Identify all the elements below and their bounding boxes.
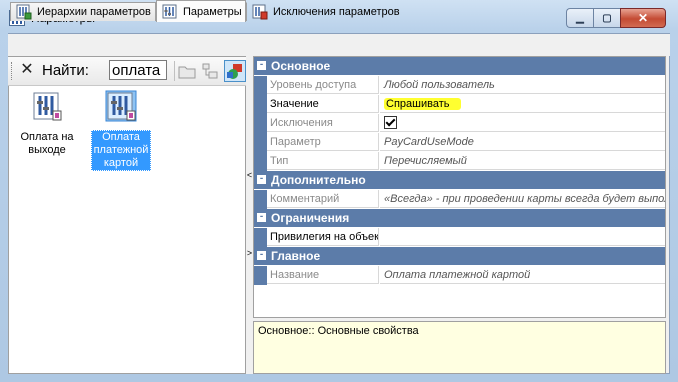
property-value: «Всегда» - при проведении карты всегда б… — [380, 190, 665, 208]
list-item-label: Оплата платежной картой — [91, 130, 151, 171]
highlighted-value[interactable]: Спрашивать — [384, 98, 462, 110]
tab-parameters[interactable]: Параметры — [156, 0, 246, 22]
minimize-button[interactable]: ▁ — [566, 8, 593, 28]
property-row-privilege[interactable]: Привилегия на объект — [254, 228, 665, 247]
shapes-toggle-icon[interactable] — [224, 60, 246, 82]
list-item-payment-by-card[interactable]: Оплата платежной картой — [91, 90, 151, 171]
category-main[interactable]: - Основное — [254, 57, 665, 75]
property-value-cell[interactable]: Спрашивать — [380, 95, 665, 113]
property-name: Тип — [267, 152, 379, 170]
property-value: Перечисляемый — [380, 152, 665, 170]
category-general[interactable]: - Главное — [254, 247, 665, 265]
expand-right-arrow[interactable]: > — [246, 248, 253, 258]
tab-label: Иерархии параметров — [37, 6, 151, 18]
category-restrictions[interactable]: - Ограничения — [254, 209, 665, 227]
parameters-icon — [162, 4, 177, 18]
window-controls: ▁ ▢ ✕ — [566, 8, 666, 28]
minimize-icon: ▁ — [576, 12, 584, 24]
row-gutter — [254, 152, 267, 171]
property-name: Исключения — [267, 114, 379, 132]
hierarchy-icon — [16, 4, 32, 20]
list-item-payment-on-exit[interactable]: Оплата на выходе — [17, 90, 77, 158]
exceptions-icon — [252, 4, 268, 20]
property-row-value[interactable]: Значение Спрашивать — [254, 95, 665, 114]
row-gutter — [254, 95, 267, 114]
close-button[interactable]: ✕ — [620, 8, 666, 28]
row-gutter — [254, 76, 267, 95]
tab-exceptions[interactable]: Исключения параметров — [246, 2, 410, 21]
maximize-button[interactable]: ▢ — [593, 8, 620, 28]
row-gutter — [254, 133, 267, 152]
category-label: Дополнительно — [271, 173, 366, 187]
property-row-exceptions[interactable]: Исключения — [254, 114, 665, 133]
list-item-label: Оплата на выходе — [20, 131, 74, 156]
close-icon: ✕ — [637, 11, 649, 25]
property-value: Любой пользователь — [380, 76, 665, 94]
maximize-icon: ▢ — [602, 12, 612, 24]
close-icon: ✕ — [20, 61, 34, 78]
collapse-left-arrow[interactable]: < — [246, 170, 253, 180]
search-input[interactable] — [109, 60, 167, 80]
search-toolbar: ✕ Найти: — [8, 57, 246, 86]
property-row-access-level[interactable]: Уровень доступа Любой пользователь — [254, 76, 665, 95]
tab-label: Параметры — [183, 5, 242, 18]
collapse-toggle-icon[interactable]: - — [257, 250, 266, 260]
property-name: Комментарий — [267, 190, 379, 208]
property-name: Уровень доступа — [267, 76, 379, 94]
tab-hierarchies[interactable]: Иерархии параметров — [10, 2, 156, 21]
property-value[interactable] — [380, 228, 665, 246]
collapse-toggle-icon[interactable]: - — [257, 174, 266, 184]
collapse-toggle-icon[interactable]: - — [257, 212, 266, 222]
tab-label: Исключения параметров — [273, 6, 400, 18]
clear-search-button[interactable]: ✕ — [18, 60, 36, 80]
folder-icon[interactable] — [178, 62, 196, 80]
category-label: Основное — [271, 59, 331, 73]
row-gutter — [254, 114, 267, 133]
parameter-icon — [105, 90, 137, 122]
property-value: PayCardUseMode — [380, 133, 665, 151]
tab-bar — [8, 34, 670, 56]
row-gutter — [254, 228, 267, 247]
exceptions-checkbox[interactable] — [384, 116, 397, 129]
description-panel: Основное:: Основные свойства — [253, 321, 666, 374]
property-name: Значение — [267, 95, 379, 113]
category-label: Ограничения — [271, 211, 350, 225]
category-additional[interactable]: - Дополнительно — [254, 171, 665, 189]
row-gutter — [254, 190, 267, 209]
toolbar-grip[interactable] — [11, 62, 15, 80]
property-value: Оплата платежной картой — [380, 266, 665, 284]
property-row-parameter[interactable]: Параметр PayCardUseMode — [254, 133, 665, 152]
tree-folder-icon[interactable] — [201, 62, 219, 80]
property-name: Привилегия на объект — [267, 228, 379, 246]
property-row-type[interactable]: Тип Перечисляемый — [254, 152, 665, 171]
toolbar-separator — [174, 61, 175, 81]
row-gutter — [254, 266, 267, 285]
property-row-name[interactable]: Название Оплата платежной картой — [254, 266, 665, 285]
property-row-comment[interactable]: Комментарий «Всегда» - при проведении ка… — [254, 190, 665, 209]
category-label: Главное — [271, 249, 321, 263]
find-label: Найти: — [42, 62, 89, 79]
property-name: Параметр — [267, 133, 379, 151]
parameter-icon — [33, 92, 62, 121]
property-name: Название — [267, 266, 379, 284]
collapse-toggle-icon[interactable]: - — [257, 60, 266, 70]
property-value-cell[interactable] — [380, 114, 665, 132]
pane-splitter[interactable] — [246, 56, 253, 374]
